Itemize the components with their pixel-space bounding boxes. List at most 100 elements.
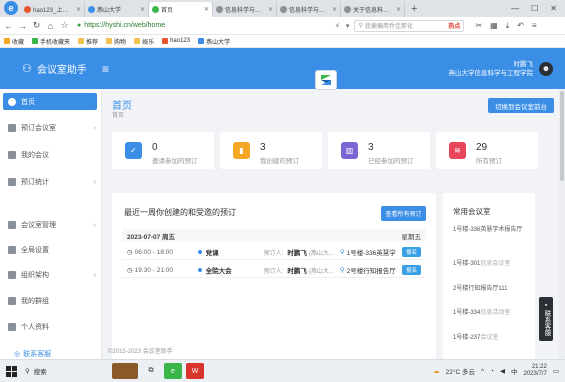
browser-logo-icon[interactable]: e [4,1,18,15]
day-date: 2023-07-07 周五 [127,233,176,241]
sidebar-item-book-room[interactable]: 预订会议室 ‹ [8,122,96,134]
browser-tab[interactable]: 关于信息科学与工程✕ [341,2,405,17]
sidebar-item-label: 我的会议 [21,152,49,159]
tab-favicon-icon [216,6,223,13]
floating-app-icon[interactable] [315,70,337,90]
switch-to-frontdesk-button[interactable]: 切换到会议室前台 [488,98,554,113]
grid-icon[interactable]: ▦ [490,21,498,31]
browser-tab-active[interactable]: 首页 ✕ [149,2,213,17]
view-all-bookings-button[interactable]: 查看所有预订 [381,206,426,221]
scissors-icon[interactable]: ✂ [475,21,482,31]
search-box[interactable]: ⚲ 我偏偏用乔佳那化 热点 [354,19,465,32]
taskbar-search[interactable]: ⚲ 搜索 [22,366,108,376]
signup-badge[interactable]: 报名 [401,265,421,275]
browser-tab[interactable]: 信息科学与工程学院✕ [213,2,277,17]
browser-tab[interactable]: hao123_上网从这里开始✕ [21,2,85,17]
common-rooms-panel: 常用会议室 1号楼-336英慧学术报告厅 1号楼-301信息会议室 2号楼行知报… [443,193,535,359]
stat-card-created[interactable]: ▮ 3 我创建的预订 [220,132,322,169]
lightning-icon[interactable]: ⚡ [335,22,340,30]
meeting-name: 全院大会 [205,268,232,275]
food-thumbnail-icon[interactable] [112,363,138,379]
meeting-place: 2号楼行知报告厅 [346,268,396,275]
stat-card-invited[interactable]: ✓ 0 邀请参加的预订 [112,132,214,169]
signup-badge[interactable]: 报名 [401,247,421,257]
stat-card-attended[interactable]: ▥ 3 已经参加的预订 [328,132,430,169]
contact-service-tab[interactable]: ▪ 联系客服 [539,297,553,341]
menu-icon[interactable]: ≡ [532,21,537,31]
bookmark-item[interactable]: 收藏 [4,37,24,46]
status-dot [197,268,202,272]
tab-close-icon[interactable]: ✕ [396,6,401,13]
room-item[interactable]: 1号楼-301信息会议室 [453,260,529,269]
user-info[interactable]: 时鹏飞 燕山大学信息科学与工程学院 [449,60,540,78]
sidebar-item-my-groups[interactable]: 我的群组 [8,295,96,307]
page-scrollbar[interactable] [559,89,565,359]
close-window-icon[interactable]: ✕ [550,4,557,13]
address-bar[interactable]: ● https://hyshi.cn/web/home [74,19,324,32]
tab-favicon-icon [24,6,31,13]
sidebar-item-home[interactable]: 首页 [3,93,97,110]
back-icon[interactable]: ← [4,21,13,31]
meeting-row[interactable]: ◷ 06:00 - 18:00 党课 预订人: 时鹏飞 (燕山大... ⚲ 1号… [122,245,426,260]
network-icon[interactable]: ◔ [490,368,494,375]
university-icon [198,38,205,44]
home-icon[interactable]: ⌂ [46,21,55,31]
contact-service-link[interactable]: ◎ 联系客服 [14,349,51,359]
app-brand[interactable]: ⚇ 会议室助手 [0,61,100,76]
bookmark-item[interactable]: hao123 [162,38,190,44]
breadcrumb[interactable]: 首页 [112,110,124,119]
room-item[interactable]: 1号楼-334信息活动室 [453,309,529,318]
bookmark-item[interactable]: 手机收藏夹 [32,37,70,46]
star-icon[interactable]: ☆ [60,20,69,31]
sidebar-item-profile[interactable]: 个人资料 [8,321,96,333]
reload-icon[interactable]: ↻ [32,20,41,31]
volume-icon[interactable]: ◀ [500,367,505,375]
tab-close-icon[interactable]: ✕ [268,6,273,13]
meeting-row[interactable]: ◷ 19:30 - 21:00 全院大会 预订人: 时鹏飞 (燕山大... ⚲ … [122,263,426,278]
download-icon[interactable]: ⤓ [506,21,510,31]
task-view-icon[interactable]: ⧉ [142,363,160,379]
chat-icon: ▪ [544,302,548,309]
sidebar-item-my-meetings[interactable]: 我的会议 [8,149,96,161]
avatar[interactable]: ☻ [539,61,553,76]
bookmark-item[interactable]: 燕山大学 [198,37,230,46]
room-item[interactable]: 1号楼-237会议室 [453,334,529,343]
browser-tab[interactable]: 信息科学与工程学院✕ [277,2,341,17]
windows-start-button[interactable] [0,365,22,377]
browser-tab[interactable]: 燕山大学 ✕ [85,2,149,17]
maximize-icon[interactable]: ☐ [531,4,538,13]
bookmark-item[interactable]: 购物 [106,37,126,46]
room-item[interactable]: 1号楼-336英慧学术报告厅 [453,226,529,235]
sidebar-item-organization[interactable]: 组织架构 ‹ [8,269,96,281]
tab-close-icon[interactable]: ✕ [332,6,337,13]
undo-icon[interactable]: ↶ [517,21,524,31]
group-icon [8,297,16,305]
menu-toggle-icon[interactable]: ≡ [102,62,109,76]
sidebar-item-global-settings[interactable]: 全局设置 [8,244,96,256]
clock[interactable]: 21:22 2023/7/7 [523,364,546,378]
bookmark-item[interactable]: 推荐 [78,37,98,46]
browser-task-icon[interactable]: e [164,363,182,379]
app-logo-icon: ⚇ [22,63,32,75]
ime-icon[interactable]: 中 [511,366,518,376]
forward-icon[interactable]: → [18,21,27,31]
notification-icon[interactable]: ▭ [553,367,559,375]
user-icon [8,323,16,331]
weather-text[interactable]: 22°C 多云 [446,366,475,376]
scrollbar-thumb[interactable] [560,91,564,181]
new-tab-button[interactable]: + [405,2,423,17]
minimize-icon[interactable]: — [511,4,519,13]
room-item[interactable]: 2号楼行知报告厅111 [453,285,529,294]
tab-close-icon[interactable]: ✕ [204,6,209,13]
dropdown-icon[interactable]: ▾ [346,22,350,30]
sidebar-item-room-management[interactable]: 会议室管理 ‹ [8,219,96,231]
sidebar-item-statistics[interactable]: 预订统计 ‹ [8,176,96,188]
tray-chevron-icon[interactable]: ^ [481,368,484,375]
booker-prefix: 预订人: [263,268,284,275]
bookmark-item[interactable]: 娱乐 [134,37,154,46]
stat-card-all[interactable]: ≋ 29 所有预订 [436,132,538,169]
tab-close-icon[interactable]: ✕ [140,6,145,13]
meeting-place: 1号楼-336英慧学 [346,250,396,257]
tab-close-icon[interactable]: ✕ [76,6,81,13]
wps-task-icon[interactable]: W [186,363,204,379]
